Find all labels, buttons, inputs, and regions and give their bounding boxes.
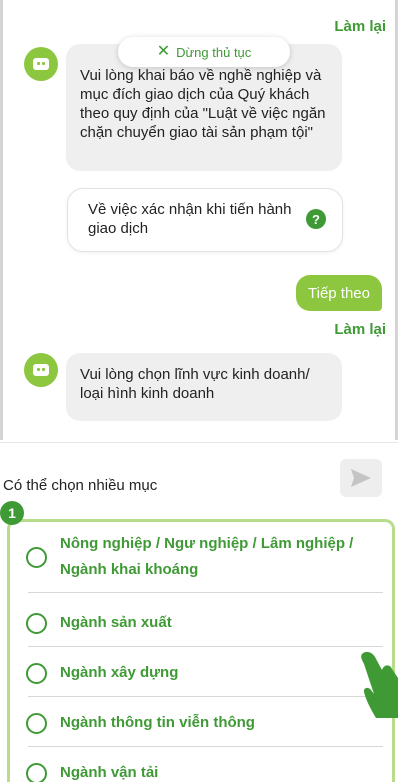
bot-message: Vui lòng chọn lĩnh vực kinh doanh/ loại …: [66, 353, 342, 421]
pointing-hand-icon: [361, 651, 398, 718]
selection-panel: Có thể chọn nhiều mục Nông nghiệp / Ngư …: [0, 442, 398, 782]
option-label: Ngành thông tin viễn thông: [60, 714, 255, 731]
divider: [28, 592, 383, 593]
radio-icon[interactable]: [26, 662, 47, 684]
radio-icon[interactable]: [26, 712, 47, 734]
option-label: Ngành vận tải: [60, 764, 159, 781]
option-telecom[interactable]: Ngành thông tin viễn thông: [26, 710, 384, 736]
options-list: Nông nghiệp / Ngư nghiệp / Lâm nghiệp / …: [7, 519, 395, 782]
send-icon: [351, 469, 371, 487]
option-manufacturing[interactable]: Ngành sản xuất: [26, 610, 384, 636]
send-button[interactable]: [340, 459, 382, 497]
option-label: Nông nghiệp / Ngư nghiệp / Lâm nghiệp / …: [60, 535, 354, 578]
bot-avatar-icon: [24, 47, 58, 81]
option-label: Ngành xây dựng: [60, 664, 179, 681]
divider: [28, 646, 383, 647]
bot-avatar-icon: [24, 353, 58, 387]
divider: [28, 746, 383, 747]
redo-link[interactable]: Làm lại: [334, 321, 386, 338]
option-transport[interactable]: Ngành vận tải: [26, 760, 384, 782]
option-construction[interactable]: Ngành xây dựng: [26, 660, 384, 686]
step-badge: 1: [0, 501, 24, 525]
redo-link[interactable]: Làm lại: [334, 18, 386, 35]
stop-procedure-button[interactable]: ✕ Dừng thủ tục: [118, 37, 290, 67]
transaction-confirm-card[interactable]: Về việc xác nhận khi tiến hành giao dịch…: [67, 188, 343, 252]
radio-icon[interactable]: [26, 546, 47, 568]
radio-icon[interactable]: [26, 612, 47, 634]
multi-select-hint: Có thể chọn nhiều mục: [3, 477, 158, 494]
user-reply-bubble: Tiếp theo: [296, 275, 382, 311]
stop-procedure-label: Dừng thủ tục: [176, 44, 252, 60]
option-label: Ngành sản xuất: [60, 614, 172, 631]
help-icon[interactable]: ?: [306, 209, 326, 229]
close-icon: ✕: [156, 43, 171, 60]
left-border: [0, 0, 3, 440]
radio-icon[interactable]: [26, 762, 47, 782]
confirm-card-label: Về việc xác nhận khi tiến hành giao dịch: [88, 201, 292, 237]
option-agriculture[interactable]: Nông nghiệp / Ngư nghiệp / Lâm nghiệp / …: [26, 532, 384, 582]
chat-screen: Làm lại Vui lòng khai báo về nghề nghiệp…: [0, 0, 398, 782]
divider: [28, 696, 383, 697]
